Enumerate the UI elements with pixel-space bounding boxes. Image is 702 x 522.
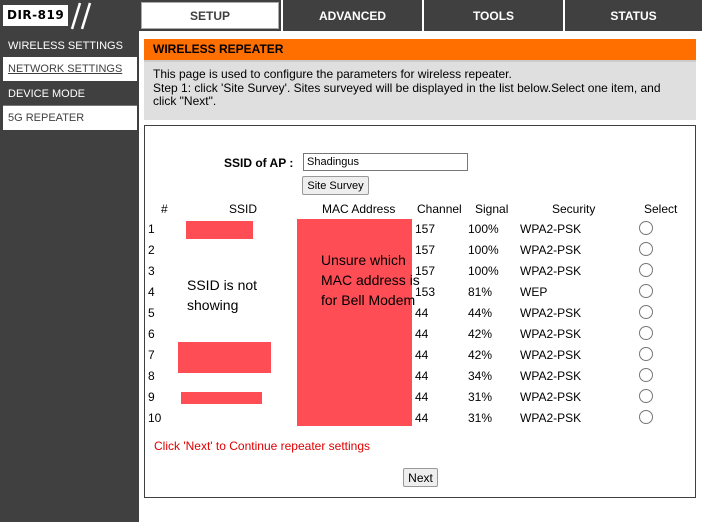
row-select-radio[interactable] (639, 284, 653, 298)
row-signal: 81% (468, 285, 493, 299)
row-number: 6 (148, 327, 155, 341)
row-number: 5 (148, 306, 155, 320)
row-security: WPA2-PSK (520, 369, 582, 383)
row-channel: 44 (415, 348, 429, 362)
table-row: 10 44 31% WPA2-PSK (145, 407, 695, 428)
ssid-input[interactable] (303, 153, 468, 171)
row-channel: 44 (415, 327, 429, 341)
row-security: WPA2-PSK (520, 348, 582, 362)
row-number: 1 (148, 222, 155, 236)
row-select-radio[interactable] (639, 389, 653, 403)
row-select-radio[interactable] (639, 263, 653, 277)
row-signal: 100% (468, 264, 499, 278)
row-security: WEP (520, 285, 548, 299)
sidebar-item-device-mode[interactable]: DEVICE MODE (3, 82, 137, 106)
row-number: 4 (148, 285, 155, 299)
column-header-signal: Signal (475, 202, 509, 216)
row-signal: 100% (468, 243, 499, 257)
row-number: 7 (148, 348, 155, 362)
tab-status[interactable]: STATUS (563, 0, 702, 31)
row-number: 8 (148, 369, 155, 383)
column-header-mac: MAC Address (322, 202, 396, 216)
row-security: WPA2-PSK (520, 264, 582, 278)
row-signal: 100% (468, 222, 499, 236)
row-security: WPA2-PSK (520, 222, 582, 236)
row-number: 10 (148, 411, 162, 425)
next-button[interactable]: Next (403, 468, 438, 487)
row-number: 9 (148, 390, 155, 404)
sidebar-item-5g-repeater[interactable]: 5G REPEATER (3, 106, 137, 130)
tab-advanced[interactable]: ADVANCED (281, 0, 422, 31)
row-select-radio[interactable] (639, 305, 653, 319)
row-select-radio[interactable] (639, 242, 653, 256)
row-security: WPA2-PSK (520, 243, 582, 257)
description-line-2: Step 1: click 'Site Survey'. Sites surve… (153, 80, 661, 108)
row-select-radio[interactable] (639, 368, 653, 382)
row-signal: 34% (468, 369, 493, 383)
main-content: WIRELESS REPEATER This page is used to c… (139, 31, 702, 522)
ssid-redaction (186, 221, 253, 239)
logo-slash-icon (70, 2, 92, 30)
row-select-radio[interactable] (639, 326, 653, 340)
sidebar-item-wireless-settings[interactable]: WIRELESS SETTINGS (3, 34, 137, 58)
row-select-radio[interactable] (639, 221, 653, 235)
row-signal: 31% (468, 390, 493, 404)
ssid-label: SSID of AP : (224, 156, 294, 170)
tab-setup[interactable]: SETUP (139, 0, 281, 31)
row-select-radio[interactable] (639, 410, 653, 424)
sidebar: WIRELESS SETTINGS NETWORK SETTINGS DEVIC… (0, 31, 139, 522)
row-channel: 44 (415, 411, 429, 425)
table-row: 6 44 42% WPA2-PSK (145, 323, 695, 344)
ssid-redaction (178, 342, 271, 373)
column-header-channel: Channel (417, 202, 462, 216)
page-title: WIRELESS REPEATER (144, 39, 696, 62)
sidebar-item-label: NETWORK SETTINGS (8, 63, 123, 75)
annotation-mac-note: Unsure which MAC address is for Bell Mod… (321, 252, 420, 308)
column-header-security: Security (552, 202, 596, 216)
row-security: WPA2-PSK (520, 390, 582, 404)
router-logo: DIR-819 (3, 5, 69, 26)
column-header-number: # (161, 202, 168, 216)
logo-area: DIR-819 (0, 0, 137, 31)
row-signal: 42% (468, 327, 493, 341)
row-security: WPA2-PSK (520, 327, 582, 341)
row-signal: 44% (468, 306, 493, 320)
sidebar-item-network-settings[interactable]: NETWORK SETTINGS (3, 57, 137, 81)
row-signal: 31% (468, 411, 493, 425)
survey-panel: SSID of AP : Site Survey # SSID MAC Addr… (144, 125, 696, 498)
column-header-ssid: SSID (229, 202, 258, 216)
row-number: 2 (148, 243, 155, 257)
ssid-redaction (181, 392, 262, 404)
row-number: 3 (148, 264, 155, 278)
row-channel: 44 (415, 369, 429, 383)
row-channel: 44 (415, 390, 429, 404)
row-security: WPA2-PSK (520, 306, 582, 320)
row-channel: 157 (415, 222, 436, 236)
annotation-ssid-note: SSID is not showing (187, 277, 258, 313)
description-line-1: This page is used to configure the param… (153, 67, 512, 81)
page-description: This page is used to configure the param… (144, 62, 696, 120)
continue-message: Click 'Next' to Continue repeater settin… (154, 439, 371, 453)
row-signal: 42% (468, 348, 493, 362)
row-select-radio[interactable] (639, 347, 653, 361)
column-header-select: Select (644, 202, 678, 216)
top-nav-tabs: SETUP ADVANCED TOOLS STATUS (137, 0, 702, 31)
tab-tools[interactable]: TOOLS (422, 0, 563, 31)
site-survey-button[interactable]: Site Survey (302, 176, 369, 195)
row-security: WPA2-PSK (520, 411, 582, 425)
